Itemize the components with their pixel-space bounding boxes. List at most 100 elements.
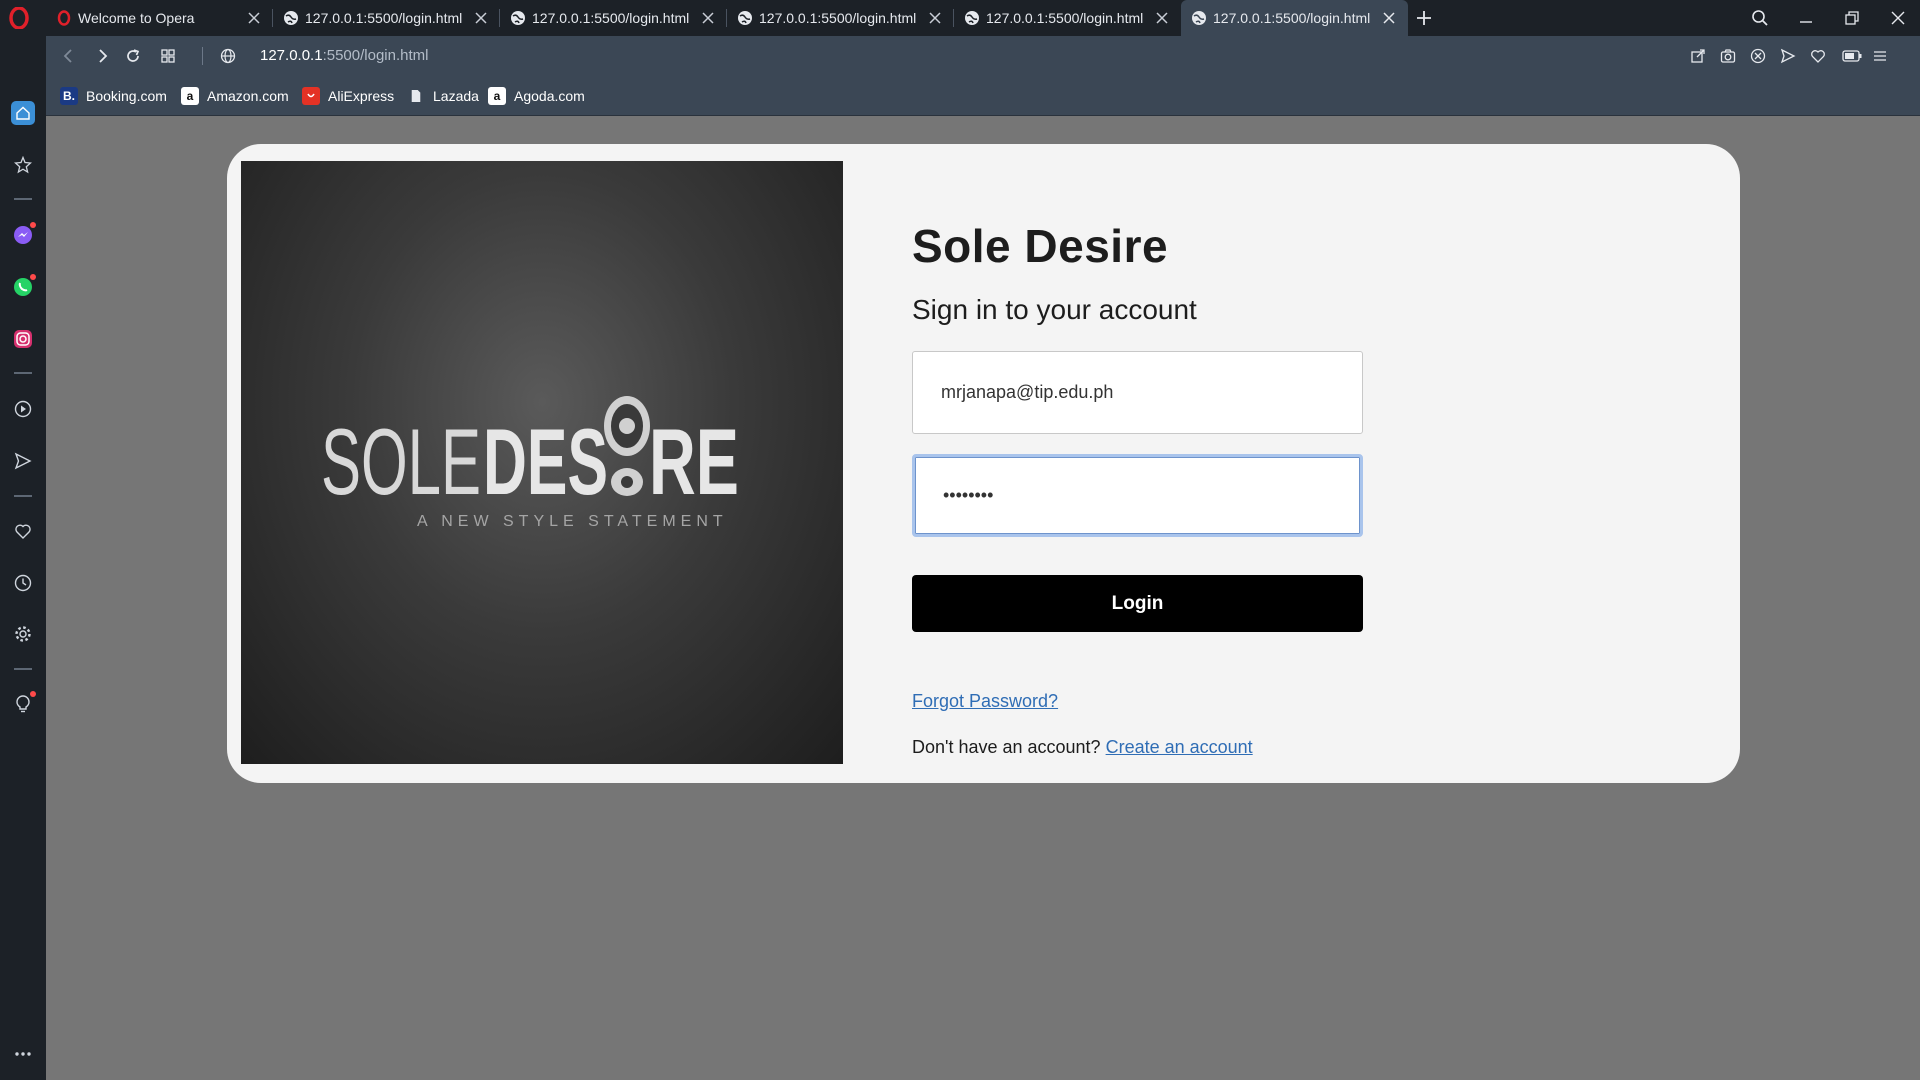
easy-setup-menu-icon[interactable] xyxy=(1870,46,1890,66)
logo-tagline: A NEW STYLE STATEMENT xyxy=(417,513,728,530)
close-tab-icon[interactable] xyxy=(699,9,717,27)
heart-icon[interactable] xyxy=(11,519,35,543)
close-tab-icon[interactable] xyxy=(472,9,490,27)
messenger-icon[interactable] xyxy=(11,222,36,247)
bookmark-label: Booking.com xyxy=(86,88,167,104)
booking-icon: B. xyxy=(60,87,78,105)
tab-snapshot-grid-icon[interactable] xyxy=(157,45,179,67)
sole-desire-logo: SOLE DES RE A NEW STYLE STATEMENT xyxy=(321,396,739,530)
tab-login-4[interactable]: 127.0.0.1:5500/login.html xyxy=(954,0,1181,36)
instagram-icon[interactable] xyxy=(11,327,35,351)
close-tab-icon[interactable] xyxy=(245,9,263,27)
bookmark-label: Amazon.com xyxy=(207,88,289,104)
close-tab-icon[interactable] xyxy=(1380,9,1398,27)
player-icon[interactable] xyxy=(11,397,35,421)
amazon-icon: a xyxy=(181,87,199,105)
agoda-icon: a xyxy=(488,87,506,105)
url-field[interactable]: 127.0.0.1:5500/login.html xyxy=(260,47,428,64)
url-path: :5500/login.html xyxy=(322,47,429,64)
tab-title: 127.0.0.1:5500/login.html xyxy=(986,10,1144,26)
page-title: Sole Desire xyxy=(912,220,1169,272)
shoe-print-icon xyxy=(604,396,650,496)
new-tab-plus-icon[interactable] xyxy=(1412,6,1436,30)
globe-icon xyxy=(283,10,299,26)
sidebar-divider xyxy=(14,372,32,374)
tab-title: 127.0.0.1:5500/login.html xyxy=(1213,10,1371,26)
logo-word-re: RE xyxy=(649,409,739,514)
opera-icon xyxy=(56,10,72,26)
send-icon[interactable] xyxy=(1778,46,1798,66)
whatsapp-icon[interactable] xyxy=(11,274,36,299)
reload-icon[interactable] xyxy=(122,45,144,67)
tab-title: Welcome to Opera xyxy=(78,10,195,26)
page-viewport: SOLE DES RE A NEW STYLE STATEMENT Sole D… xyxy=(46,117,1920,1080)
opera-sidebar xyxy=(0,36,46,1080)
close-window-icon[interactable] xyxy=(1886,6,1910,30)
bookmark-label: Lazada xyxy=(433,88,479,104)
bookmark-amazon[interactable]: a Amazon.com xyxy=(181,86,289,106)
tab-login-1[interactable]: 127.0.0.1:5500/login.html xyxy=(273,0,500,36)
bookmark-lazada[interactable]: Lazada xyxy=(407,86,479,106)
create-account-link[interactable]: Create an account xyxy=(1106,737,1253,757)
page-icon xyxy=(407,87,425,105)
globe-icon xyxy=(510,10,526,26)
home-icon[interactable] xyxy=(11,101,35,125)
more-icon[interactable] xyxy=(11,1042,35,1066)
login-card: SOLE DES RE A NEW STYLE STATEMENT Sole D… xyxy=(227,144,1740,783)
logo-word-sole: SOLE xyxy=(321,409,481,514)
tab-title: 127.0.0.1:5500/login.html xyxy=(305,10,463,26)
tab-title: 127.0.0.1:5500/login.html xyxy=(532,10,690,26)
history-icon[interactable] xyxy=(11,571,35,595)
minimize-icon[interactable] xyxy=(1794,6,1818,30)
edit-share-icon[interactable] xyxy=(1688,46,1708,66)
sidebar-divider xyxy=(14,495,32,497)
send-icon[interactable] xyxy=(11,449,35,473)
bookmark-label: Agoda.com xyxy=(514,88,585,104)
globe-icon xyxy=(737,10,753,26)
tab-title: 127.0.0.1:5500/login.html xyxy=(759,10,917,26)
bookmark-aliexpress[interactable]: AliExpress xyxy=(302,86,394,106)
tab-strip: Welcome to Opera 127.0.0.1:5500/login.ht… xyxy=(0,0,1920,36)
password-field[interactable] xyxy=(912,454,1363,537)
sidebar-divider xyxy=(14,198,32,200)
tab-login-2[interactable]: 127.0.0.1:5500/login.html xyxy=(500,0,727,36)
forgot-password-link[interactable]: Forgot Password? xyxy=(912,691,1058,712)
restore-icon[interactable] xyxy=(1840,6,1864,30)
site-info-globe-icon[interactable] xyxy=(217,45,239,67)
brand-image-panel: SOLE DES RE A NEW STYLE STATEMENT xyxy=(241,161,843,764)
tab-login-3[interactable]: 127.0.0.1:5500/login.html xyxy=(727,0,954,36)
tab-welcome[interactable]: Welcome to Opera xyxy=(46,0,273,36)
bookmark-agoda[interactable]: a Agoda.com xyxy=(488,86,585,106)
bookmarks-bar: B. Booking.com a Amazon.com AliExpress L… xyxy=(46,76,1920,116)
sidebar-divider xyxy=(14,668,32,670)
toolbar-divider xyxy=(202,47,203,65)
back-icon[interactable] xyxy=(58,45,80,67)
adblock-icon[interactable] xyxy=(1748,46,1768,66)
search-tabs-icon[interactable] xyxy=(1748,6,1772,30)
login-button[interactable]: Login xyxy=(912,575,1363,632)
globe-icon xyxy=(964,10,980,26)
no-account-text: Don't have an account? xyxy=(912,737,1101,757)
camera-icon[interactable] xyxy=(1718,46,1738,66)
signup-prompt: Don't have an account? Create an account xyxy=(912,737,1253,758)
close-tab-icon[interactable] xyxy=(926,9,944,27)
address-toolbar: 127.0.0.1:5500/login.html xyxy=(46,36,1920,76)
globe-icon xyxy=(1191,10,1207,26)
opera-logo-icon[interactable] xyxy=(8,7,30,29)
settings-icon[interactable] xyxy=(11,622,35,646)
lightbulb-icon[interactable] xyxy=(11,691,36,716)
tab-login-active[interactable]: 127.0.0.1:5500/login.html xyxy=(1181,0,1408,36)
sign-in-subtitle: Sign in to your account xyxy=(912,294,1197,325)
close-tab-icon[interactable] xyxy=(1153,9,1171,27)
logo-word-des: DES xyxy=(483,409,608,514)
login-form: Sole Desire Sign in to your account Logi… xyxy=(912,144,1412,783)
bookmark-booking[interactable]: B. Booking.com xyxy=(60,86,167,106)
email-field[interactable] xyxy=(912,351,1363,434)
bookmark-label: AliExpress xyxy=(328,88,395,104)
forward-icon[interactable] xyxy=(91,45,113,67)
aliexpress-icon xyxy=(302,87,320,105)
battery-saver-icon[interactable] xyxy=(1842,46,1862,66)
url-host: 127.0.0.1 xyxy=(260,47,323,64)
star-icon[interactable] xyxy=(11,153,35,177)
heart-icon[interactable] xyxy=(1808,46,1828,66)
